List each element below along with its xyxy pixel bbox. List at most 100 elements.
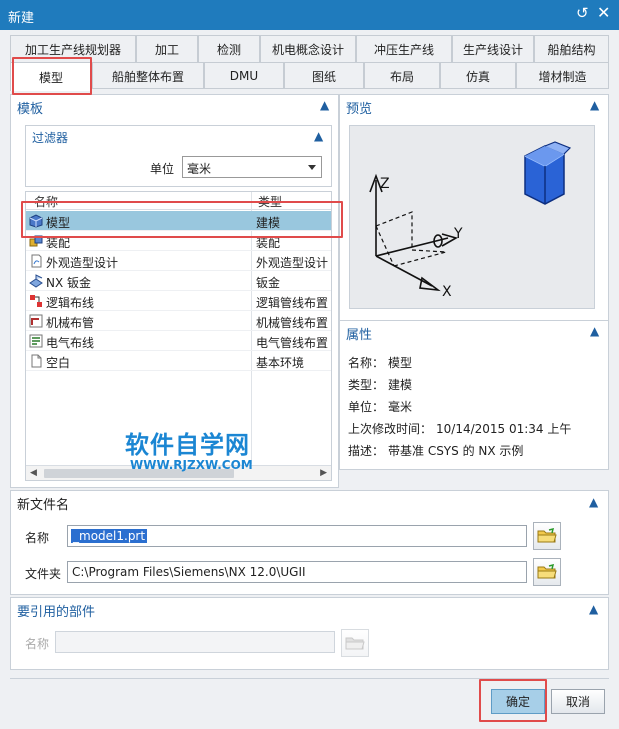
watermark-text: 软件自学网 xyxy=(125,431,250,459)
folder-icon xyxy=(537,528,557,543)
tab-divider xyxy=(10,88,609,89)
reset-icon[interactable]: ↺ xyxy=(576,4,589,22)
tab-row2-2[interactable]: DMU xyxy=(204,62,284,89)
file-name-value: _model1.prt xyxy=(71,529,148,543)
tab-row1-3[interactable]: 机电概念设计 xyxy=(260,35,356,62)
folder-icon xyxy=(537,564,557,579)
filter-title: 过滤器 xyxy=(32,131,69,145)
table-row[interactable]: 外观造型设计 外观造型设计 xyxy=(26,251,331,271)
tab-row2-3[interactable]: 图纸 xyxy=(284,62,364,89)
column-name[interactable]: 名称 xyxy=(34,193,58,210)
axis-x-label: X xyxy=(442,284,452,300)
footer-divider xyxy=(10,678,609,679)
properties-panel-header[interactable]: 属性 ▲ xyxy=(340,321,608,343)
new-file-panel-header[interactable]: 新文件名 ▲ xyxy=(11,491,608,513)
file-name-input[interactable]: _model1.prt xyxy=(67,525,527,547)
tab-row1-0[interactable]: 加工生产线规划器 xyxy=(10,35,136,62)
browse-folder-button[interactable] xyxy=(533,558,561,586)
axis-y-label: Y xyxy=(453,226,463,242)
preview-image: Z Y X xyxy=(349,125,595,309)
new-file-panel-title: 新文件名 xyxy=(17,498,70,513)
referenced-parts-header[interactable]: 要引用的部件 ▲ xyxy=(11,598,608,620)
model-icon xyxy=(29,214,43,228)
table-header: 名称 类型 xyxy=(26,192,331,210)
csys-preview-graphic: Z Y X xyxy=(369,141,572,300)
tab-model[interactable]: 模型 xyxy=(10,62,92,91)
tab-row1-1[interactable]: 加工 xyxy=(136,35,198,62)
browse-name-button[interactable] xyxy=(533,522,561,550)
preview-panel-header[interactable]: 预览 ▲ xyxy=(340,95,608,117)
template-panel-title: 模板 xyxy=(17,102,44,117)
prop-label-name: 名称： xyxy=(348,356,385,370)
tab-row2-4[interactable]: 布局 xyxy=(364,62,440,89)
logical-routing-icon xyxy=(30,295,42,307)
prop-value-description: 带基准 CSYS 的 NX 示例 xyxy=(388,444,524,458)
csys-axes xyxy=(369,173,459,292)
title-bar: 新建 ↺ ✕ xyxy=(0,0,619,30)
referenced-parts-title: 要引用的部件 xyxy=(17,605,96,620)
ok-button[interactable]: 确定 xyxy=(491,689,545,714)
watermark-url: WWW.RJZXW.COM xyxy=(130,458,253,472)
table-row[interactable]: 逻辑布线 逻辑管线布置 xyxy=(26,291,331,311)
window-title: 新建 xyxy=(8,11,35,26)
referenced-name-label: 名称 xyxy=(25,637,50,651)
tab-row2-6[interactable]: 增材制造 xyxy=(516,62,609,89)
prop-value-modified: 10/14/2015 01:34 上午 xyxy=(436,422,572,436)
prop-value-unit: 毫米 xyxy=(388,400,413,414)
collapse-referenced-parts-icon[interactable]: ▲ xyxy=(589,602,598,616)
datum-planes xyxy=(375,211,447,267)
collapse-templates-icon[interactable]: ▲ xyxy=(320,98,329,112)
prop-label-modified: 上次修改时间： xyxy=(348,422,433,436)
collapse-properties-icon[interactable]: ▲ xyxy=(590,324,599,338)
tab-row2-5[interactable]: 仿真 xyxy=(440,62,516,89)
prop-value-name: 模型 xyxy=(388,356,413,370)
tab-row1-2[interactable]: 检测 xyxy=(198,35,260,62)
collapse-filter-icon[interactable]: ▲ xyxy=(314,129,323,143)
unit-value: 毫米 xyxy=(187,162,212,176)
referenced-parts-panel: 要引用的部件 ▲ 名称 xyxy=(10,597,609,670)
tab-row1-4[interactable]: 冲压生产线 xyxy=(356,35,452,62)
tab-row1-6[interactable]: 船舶结构 xyxy=(534,35,609,62)
preview-panel-title: 预览 xyxy=(346,102,373,117)
assembly-icon xyxy=(29,235,43,247)
new-file-panel: 新文件名 ▲ 名称 _model1.prt 文件夹 C:\Program Fil… xyxy=(10,490,609,595)
column-type[interactable]: 类型 xyxy=(258,193,282,210)
browse-referenced-button xyxy=(341,629,369,657)
collapse-preview-icon[interactable]: ▲ xyxy=(590,98,599,112)
scroll-right-icon[interactable]: ▶ xyxy=(320,468,327,478)
axis-z-label: Z xyxy=(380,176,390,192)
shape-studio-icon xyxy=(31,254,42,268)
table-row[interactable]: NX 钣金 钣金 xyxy=(26,271,331,291)
properties-panel: 属性 ▲ 名称： 模型 类型： 建模 单位： 毫米 上次修改时间： 10/14/… xyxy=(339,320,609,470)
preview-panel: 预览 ▲ Z Y X xyxy=(339,94,609,344)
table-row[interactable]: 机械布管 机械管线布置 xyxy=(26,311,331,331)
model-block-icon xyxy=(524,141,572,205)
file-name-label: 名称 xyxy=(25,531,50,545)
properties-panel-title: 属性 xyxy=(346,328,373,343)
prop-value-type: 建模 xyxy=(388,378,413,392)
folder-input[interactable]: C:\Program Files\Siemens\NX 12.0\UGII xyxy=(67,561,527,583)
tab-row1-5[interactable]: 生产线设计 xyxy=(452,35,534,62)
template-panel-header[interactable]: 模板 ▲ xyxy=(11,95,338,117)
chevron-down-icon xyxy=(308,165,316,170)
folder-value: C:\Program Files\Siemens\NX 12.0\UGII xyxy=(72,565,306,579)
unit-dropdown[interactable]: 毫米 xyxy=(182,156,322,178)
folder-icon xyxy=(345,637,365,650)
tab-row2-1[interactable]: 船舶整体布置 xyxy=(92,62,204,89)
mechanical-routing-icon xyxy=(29,314,43,328)
filter-panel: 过滤器 ▲ 单位 毫米 xyxy=(25,125,332,187)
dialog-body: 加工生产线规划器 加工 检测 机电概念设计 冲压生产线 生产线设计 船舶结构 模… xyxy=(0,30,619,729)
prop-label-description: 描述： xyxy=(348,444,385,458)
cancel-button[interactable]: 取消 xyxy=(551,689,605,714)
table-row[interactable]: 模型 建模 xyxy=(26,211,331,231)
table-row[interactable]: 电气布线 电气管线布置 xyxy=(26,331,331,351)
collapse-new-file-icon[interactable]: ▲ xyxy=(589,495,598,509)
close-icon[interactable]: ✕ xyxy=(597,3,610,22)
prop-label-type: 类型： xyxy=(348,378,385,392)
table-row[interactable]: 装配 装配 xyxy=(26,231,331,251)
blank-icon xyxy=(31,354,42,368)
sheet-metal-icon xyxy=(29,274,43,288)
referenced-name-input xyxy=(55,631,335,653)
scroll-left-icon[interactable]: ◀ xyxy=(30,468,37,478)
table-row[interactable]: 空白 基本环境 xyxy=(26,351,331,371)
